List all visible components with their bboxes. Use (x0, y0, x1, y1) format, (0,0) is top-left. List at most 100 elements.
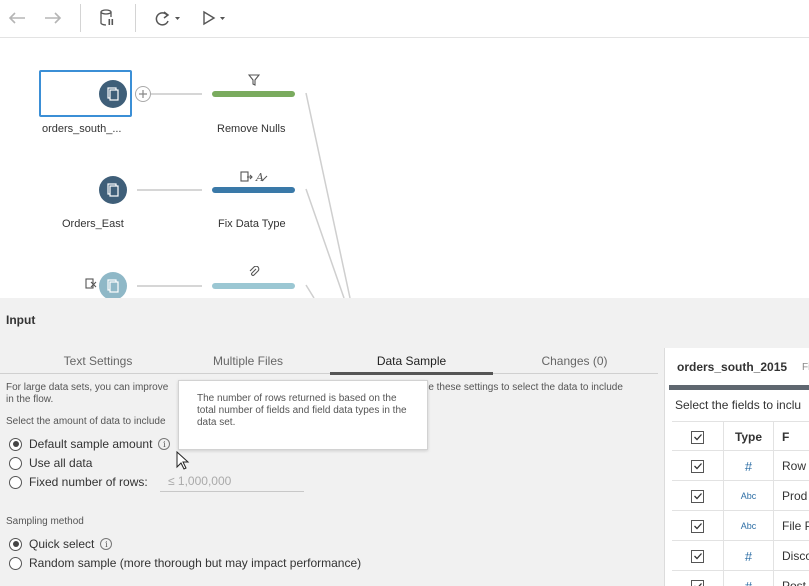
fields-panel-title: orders_south_2015 (677, 360, 788, 374)
flow-connector (137, 285, 202, 287)
radio-label: Quick select (29, 537, 95, 551)
run-flow-button[interactable] (200, 6, 230, 30)
info-icon[interactable]: i (158, 438, 171, 450)
description-text-left: For large data sets, you can improve (6, 382, 169, 393)
tab-changes[interactable]: Changes (0) (493, 354, 656, 368)
app-window: orders_south_... Remove Nulls Orders_Eas… (0, 0, 809, 586)
database-pause-icon (100, 9, 114, 26)
paperclip-icon (249, 266, 260, 276)
field-checkbox[interactable] (691, 459, 704, 473)
field-checkbox[interactable] (691, 489, 704, 503)
check-icon (693, 434, 702, 441)
file-input-icon (107, 183, 119, 197)
number-type-icon: # (724, 571, 774, 586)
check-icon (693, 523, 702, 530)
field-name: Disco (782, 549, 809, 563)
clean-step-label: Remove Nulls (217, 123, 286, 135)
fields-select-label: Select the fields to inclu (675, 398, 802, 412)
table-row[interactable]: # Row (672, 451, 809, 481)
flow-canvas[interactable]: orders_south_... Remove Nulls Orders_Eas… (0, 38, 809, 298)
active-tab-indicator (330, 372, 493, 375)
table-row[interactable]: Abc Prod (672, 481, 809, 511)
arrow-right-icon (45, 12, 62, 24)
refresh-icon (155, 11, 180, 26)
forward-button[interactable] (42, 6, 64, 30)
clean-step-label: Fix Data Type (218, 218, 286, 230)
clean-step-bar[interactable] (212, 283, 295, 289)
back-button[interactable] (6, 6, 28, 30)
clean-step-bar[interactable] (212, 91, 295, 97)
settings-tabs: Text Settings Multiple Files Data Sample… (0, 350, 658, 374)
input-node-icon[interactable] (99, 272, 127, 298)
check-icon (693, 493, 702, 500)
arrow-left-icon (8, 12, 25, 24)
field-checkbox[interactable] (691, 549, 704, 563)
sampling-section-label: Sampling method (6, 516, 84, 527)
toolbar (0, 0, 809, 38)
input-node-icon[interactable] (99, 176, 127, 204)
string-type-icon: Abc (724, 481, 774, 511)
plus-icon (139, 90, 147, 98)
union-connectors (305, 92, 351, 298)
field-name: Row (782, 459, 807, 473)
clean-step-bar[interactable] (212, 187, 295, 193)
tab-multiple-files[interactable]: Multiple Files (166, 354, 330, 368)
description-text-right: se these settings to select the data to … (423, 382, 623, 393)
toolbar-separator (80, 4, 81, 32)
field-name: File P (782, 519, 809, 533)
file-input-icon (107, 87, 119, 101)
mouse-cursor-icon (176, 451, 190, 470)
radio-random-sample[interactable]: Random sample (more thorough but may imp… (9, 556, 361, 570)
add-step-button[interactable] (135, 86, 151, 102)
check-icon (694, 583, 702, 586)
fields-panel-subtitle: Fi (802, 362, 809, 373)
radio-button[interactable] (9, 556, 22, 570)
radio-label: Default sample amount (29, 437, 153, 451)
flow-connector (137, 189, 202, 191)
refresh-button[interactable] (152, 6, 182, 30)
field-checkbox[interactable] (691, 519, 704, 533)
play-icon (203, 10, 225, 26)
number-type-icon: # (724, 541, 774, 571)
radio-fixed-rows[interactable]: Fixed number of rows: (9, 475, 148, 489)
radio-quick-select[interactable]: Quick select i (9, 537, 113, 551)
change-type-icon: A (240, 171, 268, 184)
field-checkbox[interactable] (691, 579, 704, 586)
radio-label: Use all data (29, 456, 93, 470)
panel-title: Input (6, 313, 36, 327)
radio-button[interactable] (9, 475, 22, 489)
radio-button-selected[interactable] (9, 537, 22, 551)
input-node-icon[interactable] (99, 80, 127, 108)
type-column-header[interactable]: Type (724, 422, 774, 452)
field-column-header[interactable]: F (782, 422, 789, 452)
fields-table: Type F # Row Abc Prod Abc File P # (672, 421, 809, 586)
field-name: Prod (782, 489, 808, 503)
input-node-label: Orders_East (62, 218, 124, 230)
table-row[interactable]: # Post (672, 571, 809, 586)
radio-button[interactable] (9, 456, 22, 470)
select-all-cell (672, 422, 724, 452)
toolbar-separator (135, 4, 136, 32)
fields-panel-divider (669, 385, 809, 390)
number-type-icon: # (724, 451, 774, 481)
radio-button-selected[interactable] (9, 437, 22, 451)
radio-label: Random sample (more thorough but may imp… (29, 556, 362, 570)
flow-connector (151, 93, 202, 95)
field-name: Post (782, 579, 807, 586)
radio-default-sample[interactable]: Default sample amount i (9, 437, 171, 451)
select-all-checkbox[interactable] (691, 430, 704, 444)
file-input-icon (107, 279, 119, 293)
filter-icon (248, 74, 260, 86)
table-row[interactable]: # Disco (672, 541, 809, 571)
string-type-icon: Abc (724, 511, 774, 541)
tab-data-sample[interactable]: Data Sample (330, 354, 493, 368)
check-icon (693, 553, 702, 560)
info-icon[interactable]: i (100, 538, 113, 550)
description-text-line2: in the flow. (6, 394, 54, 405)
radio-use-all-data[interactable]: Use all data (9, 456, 92, 470)
fixed-rows-input[interactable]: ≤ 1,000,000 (160, 474, 304, 492)
info-tooltip: The number of rows returned is based on … (178, 380, 428, 450)
input-node-label: orders_south_... (42, 123, 122, 135)
table-row[interactable]: Abc File P (672, 511, 809, 541)
pause-updates-button[interactable] (96, 6, 118, 30)
